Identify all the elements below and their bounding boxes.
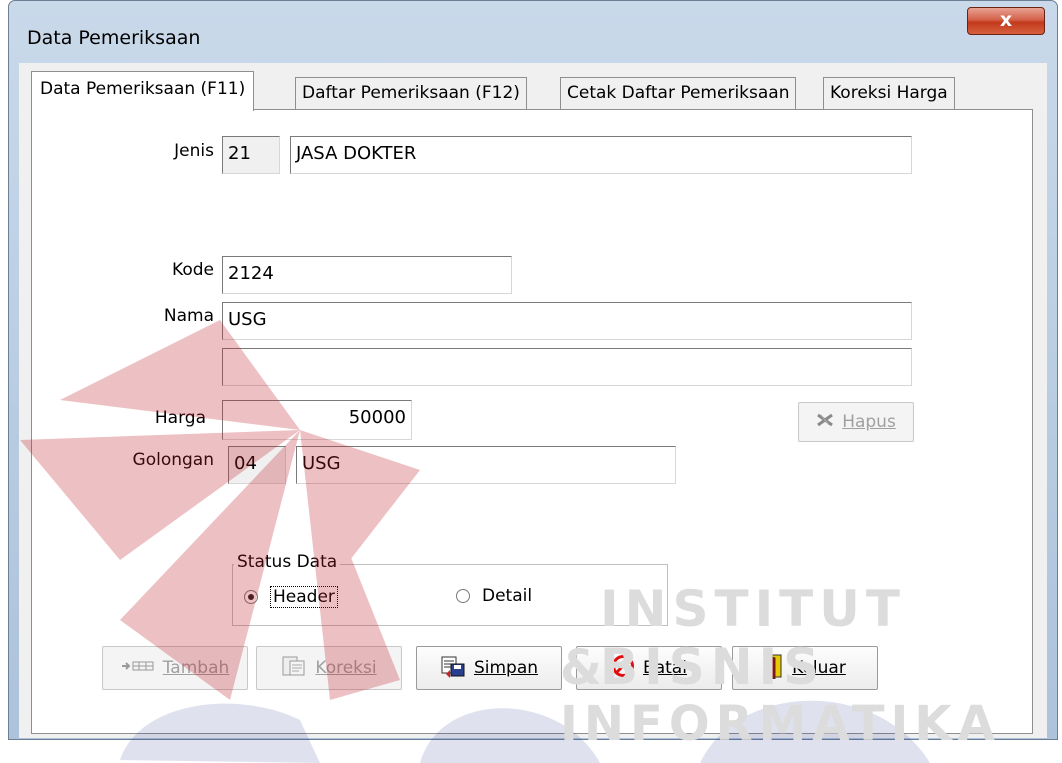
tab-cetak-daftar[interactable]: Cetak Daftar Pemeriksaan [560, 77, 797, 109]
radio-detail-dot [456, 589, 470, 603]
batal-label: Batal [643, 658, 687, 678]
hapus-button[interactable]: Hapus [798, 402, 914, 442]
exit-door-icon [764, 653, 784, 684]
tab-daftar-pemeriksaan[interactable]: Daftar Pemeriksaan (F12) [295, 77, 527, 109]
radio-header-dot [244, 590, 258, 604]
koreksi-button[interactable]: Koreksi [256, 646, 402, 690]
golongan-name-field[interactable]: USG [296, 446, 676, 484]
window-title: Data Pemeriksaan [27, 27, 201, 49]
batal-button[interactable]: Batal [576, 646, 722, 690]
tab-panel: Jenis 21 JASA DOKTER Kode 2124 Nama USG … [31, 109, 1033, 734]
jenis-name-field[interactable]: JASA DOKTER [290, 136, 912, 174]
radio-detail-label: Detail [482, 586, 533, 606]
delete-x-icon [816, 412, 834, 432]
koreksi-label: Koreksi [315, 658, 377, 678]
radio-header-label: Header [270, 586, 338, 608]
add-row-icon [121, 658, 155, 678]
nama-label: Nama [163, 306, 214, 326]
kode-field[interactable]: 2124 [222, 256, 512, 294]
client-area: Data Pemeriksaan (F11) Daftar Pemeriksaa… [19, 63, 1047, 738]
keluar-button[interactable]: Keluar [732, 646, 878, 690]
nama-field[interactable]: USG [222, 302, 912, 340]
harga-label: Harga [154, 408, 206, 428]
golongan-label: Golongan [132, 450, 214, 470]
tambah-button[interactable]: Tambah [102, 646, 248, 690]
keluar-label: Keluar [792, 658, 846, 678]
jenis-label: Jenis [174, 141, 214, 161]
dialog-window: Data Pemeriksaan x Data Pemeriksaan (F11… [8, 0, 1058, 740]
hapus-label: Hapus [842, 412, 896, 432]
radio-header[interactable]: Header [244, 586, 338, 608]
simpan-button[interactable]: Simpan [416, 646, 562, 690]
close-button[interactable]: x [967, 7, 1045, 35]
jenis-code-field[interactable]: 21 [222, 136, 280, 174]
tab-koreksi-harga[interactable]: Koreksi Harga [823, 77, 955, 109]
edit-document-icon [281, 654, 307, 683]
tab-data-pemeriksaan[interactable]: Data Pemeriksaan (F11) [31, 71, 255, 111]
simpan-label: Simpan [473, 658, 539, 678]
status-data-title: Status Data [234, 552, 341, 572]
tambah-label: Tambah [162, 658, 230, 678]
cancel-icon [611, 654, 635, 683]
harga-field[interactable]: 50000 [222, 400, 412, 440]
title-bar[interactable]: Data Pemeriksaan x [9, 1, 1057, 63]
nama-field-2[interactable] [222, 348, 912, 386]
golongan-code-field[interactable]: 04 [228, 446, 286, 484]
radio-detail[interactable]: Detail [456, 586, 532, 606]
kode-label: Kode [172, 260, 214, 280]
save-icon [440, 654, 466, 683]
